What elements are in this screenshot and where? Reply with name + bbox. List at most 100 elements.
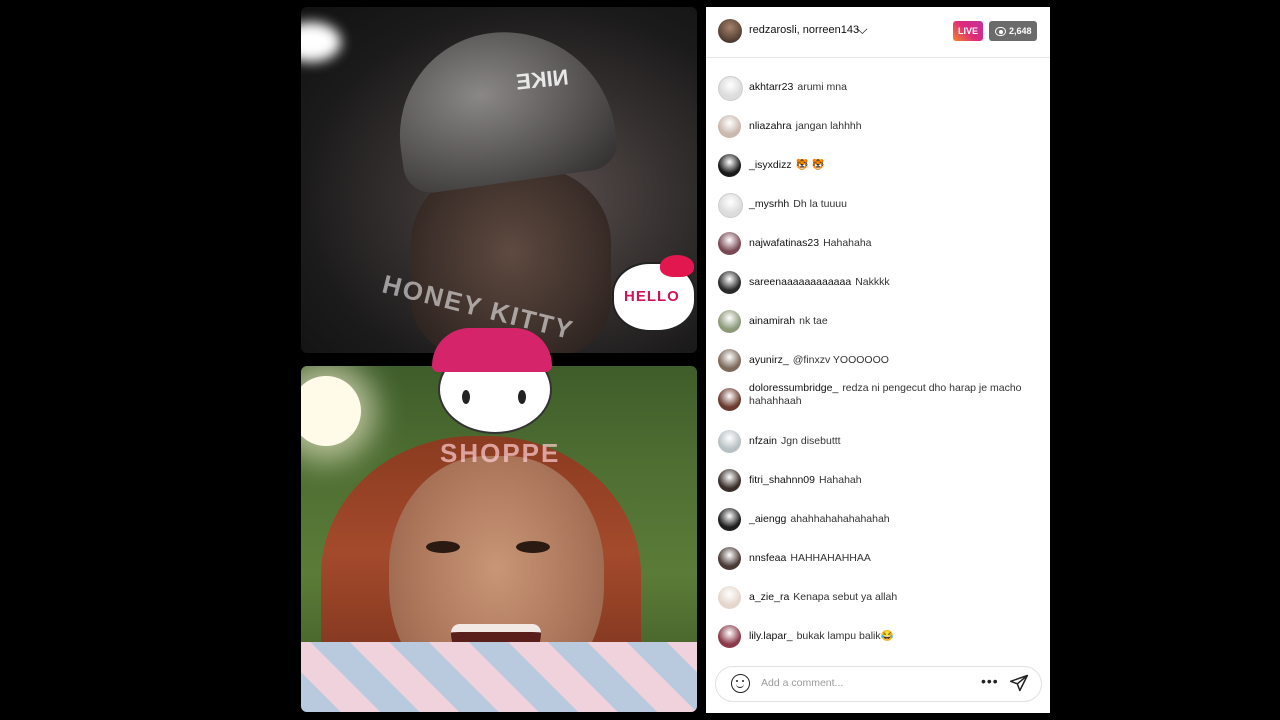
comment-bar: ••• — [715, 666, 1042, 702]
comment-message: Kenapa sebut ya allah — [793, 591, 898, 603]
comment-message: ahahhahahahahahah — [790, 513, 890, 525]
comment-row: akhtarr23 arumi mna — [706, 76, 1050, 101]
host-avatar[interactable] — [718, 19, 742, 43]
commenter-avatar[interactable] — [718, 115, 741, 138]
comment-text: nnsfeaa HAHHAHAHHAA — [749, 552, 1039, 565]
guest-eye-right — [516, 541, 550, 553]
kitty-hat — [432, 328, 552, 372]
comment-message: Jgn disebuttt — [781, 435, 841, 447]
commenter-avatar[interactable] — [718, 232, 741, 255]
guest-shirt — [301, 642, 697, 712]
comment-text: ayunirz_ @finxzv YOOOOOO — [749, 354, 1039, 367]
comment-row: nnsfeaa HAHHAHAHHAA — [706, 547, 1050, 571]
background-light — [301, 22, 341, 62]
commenter-avatar[interactable] — [718, 625, 741, 648]
comment-username[interactable]: _aiengg — [749, 513, 786, 525]
host-cap — [386, 17, 621, 197]
guest-eye-left — [426, 541, 460, 553]
comment-text: ainamirah nk tae — [749, 315, 1039, 328]
background-lamp — [301, 376, 361, 446]
comment-message: Nakkkk — [855, 276, 890, 288]
commenter-avatar[interactable] — [718, 430, 741, 453]
eye-icon — [995, 27, 1006, 36]
emoji-icon[interactable] — [731, 674, 750, 693]
comment-message: 🐯 🐯 — [795, 159, 825, 171]
kitty-eye-left — [462, 390, 470, 404]
cap-logo: NIKE — [514, 64, 570, 95]
commenter-avatar[interactable] — [718, 193, 743, 218]
comment-message: arumi mna — [797, 81, 847, 93]
send-icon[interactable] — [1009, 673, 1029, 693]
comment-username[interactable]: nnsfeaa — [749, 552, 786, 564]
comment-row: _isyxdizz 🐯 🐯 — [706, 154, 1050, 178]
comment-text: akhtarr23 arumi mna — [749, 81, 1039, 94]
live-chat-panel: redzarosli, norreen143 ⌵ LIVE 2,648 akht… — [706, 7, 1050, 713]
comment-message: Hahahah — [818, 474, 862, 486]
live-badge: LIVE — [953, 21, 983, 41]
viewer-count-badge[interactable]: 2,648 — [989, 21, 1037, 41]
comment-message: jangan lahhhh — [795, 120, 862, 132]
commenter-avatar[interactable] — [718, 76, 743, 101]
comment-username[interactable]: ainamirah — [749, 315, 795, 327]
comment-row: a_zie_ra Kenapa sebut ya allah — [706, 586, 1050, 610]
commenter-avatar[interactable] — [718, 547, 741, 570]
comment-message: @finxzv YOOOOOO — [792, 354, 889, 366]
commenter-avatar[interactable] — [718, 271, 741, 294]
comment-row: sareenaaaaaaaaaaaa Nakkkk — [706, 271, 1050, 295]
commenter-avatar[interactable] — [718, 469, 741, 492]
comment-username[interactable]: fitri_shahnn09 — [749, 474, 815, 486]
comment-text: _aiengg ahahhahahahahahah — [749, 513, 1039, 526]
comment-text: najwafatinas23 Hahahaha — [749, 237, 1039, 250]
comment-row: nfzain Jgn disebuttt — [706, 430, 1050, 454]
more-options-icon[interactable]: ••• — [981, 673, 999, 689]
comment-username[interactable]: _isyxdizz — [749, 159, 792, 171]
sticker-text: HELLO — [624, 288, 680, 305]
comment-username[interactable]: doloressumbridge_ — [749, 382, 838, 394]
comment-row: _aiengg ahahhahahahahahah — [706, 508, 1050, 532]
comment-message: Hahahaha — [823, 237, 872, 249]
sticker-bow — [660, 255, 694, 277]
comment-text: lily.lapar_ bukak lampu balik😂 — [749, 630, 1039, 643]
comment-input[interactable] — [761, 675, 961, 691]
comment-text: _mysrhh Dh la tuuuu — [749, 198, 1039, 211]
comment-message: bukak lampu balik😂 — [796, 630, 894, 642]
comment-username[interactable]: najwafatinas23 — [749, 237, 819, 249]
panel-header: redzarosli, norreen143 ⌵ LIVE 2,648 — [706, 7, 1050, 58]
comment-row: najwafatinas23 Hahahaha — [706, 232, 1050, 256]
comment-row: fitri_shahnn09 Hahahah — [706, 469, 1050, 493]
chevron-down-icon[interactable]: ⌵ — [857, 21, 868, 38]
commenter-avatar[interactable] — [718, 508, 741, 531]
watermark-sub: SHOPPE — [440, 438, 561, 468]
live-participants[interactable]: redzarosli, norreen143 — [749, 24, 859, 36]
comment-row: nliazahra jangan lahhhh — [706, 115, 1050, 139]
commenter-avatar[interactable] — [718, 388, 741, 411]
comment-message: nk tae — [799, 315, 828, 327]
commenter-avatar[interactable] — [718, 154, 741, 177]
comment-message: HAHHAHAHHAA — [790, 552, 871, 564]
comment-text: _isyxdizz 🐯 🐯 — [749, 159, 1039, 172]
comment-username[interactable]: _mysrhh — [749, 198, 789, 210]
comment-text: nfzain Jgn disebuttt — [749, 435, 1039, 448]
comments-list[interactable]: akhtarr23 arumi mna nliazahra jangan lahhhh… — [706, 59, 1050, 659]
comment-row: _mysrhh Dh la tuuuu — [706, 193, 1050, 218]
comment-row: ayunirz_ @finxzv YOOOOOO — [706, 349, 1050, 373]
viewer-count: 2,648 — [1009, 26, 1032, 36]
comment-username[interactable]: nliazahra — [749, 120, 792, 132]
kitty-eye-right — [518, 390, 526, 404]
comment-message: Dh la tuuuu — [793, 198, 847, 210]
comment-username[interactable]: akhtarr23 — [749, 81, 793, 93]
comment-row: ainamirah nk tae — [706, 310, 1050, 334]
comment-text: sareenaaaaaaaaaaaa Nakkkk — [749, 276, 1039, 289]
comment-text: fitri_shahnn09 Hahahah — [749, 474, 1039, 487]
comment-username[interactable]: sareenaaaaaaaaaaaa — [749, 276, 851, 288]
commenter-avatar[interactable] — [718, 349, 741, 372]
comment-username[interactable]: lily.lapar_ — [749, 630, 793, 642]
comment-username[interactable]: a_zie_ra — [749, 591, 789, 603]
comment-username[interactable]: ayunirz_ — [749, 354, 789, 366]
comment-text: nliazahra jangan lahhhh — [749, 120, 1039, 133]
comment-username[interactable]: nfzain — [749, 435, 777, 447]
comment-row: doloressumbridge_ redza ni pengecut dho h… — [706, 382, 1050, 418]
commenter-avatar[interactable] — [718, 310, 741, 333]
comment-text: doloressumbridge_ redza ni pengecut dho h… — [749, 382, 1039, 408]
commenter-avatar[interactable] — [718, 586, 741, 609]
